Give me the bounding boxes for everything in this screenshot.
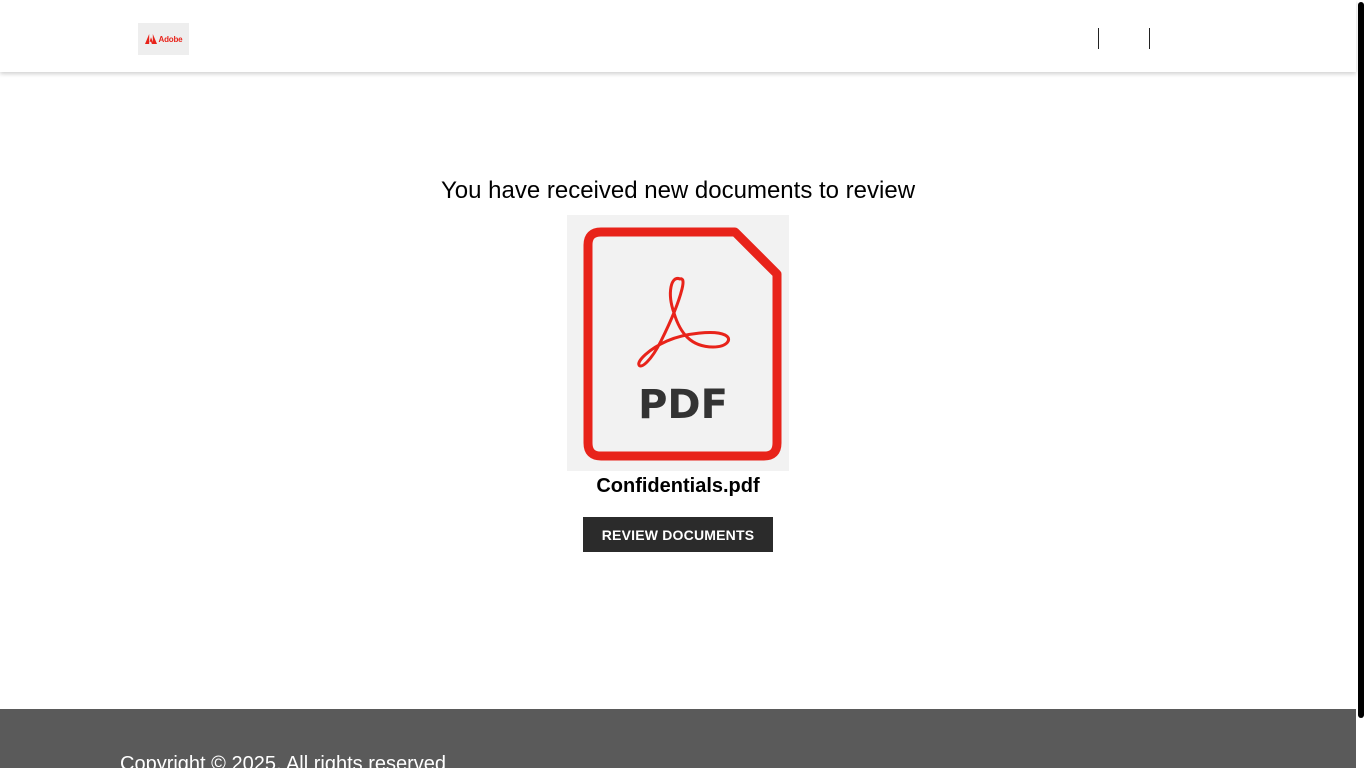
site-footer: Copyright © 2025. All rights reserved <box>0 709 1356 768</box>
logo-text: Adobe <box>158 34 183 44</box>
adobe-logo[interactable]: Adobe <box>138 23 189 55</box>
pdf-file-icon: PDF <box>583 227 782 461</box>
site-header: Adobe <box>0 0 1356 72</box>
nav-divider <box>1149 28 1150 49</box>
main-content: You have received new documents to revie… <box>0 72 1356 709</box>
document-preview[interactable]: PDF <box>567 215 789 471</box>
page: Adobe You have received new documents to… <box>0 0 1366 768</box>
review-documents-button[interactable]: REVIEW DOCUMENTS <box>583 517 773 552</box>
adobe-logo-icon <box>144 34 157 44</box>
scrollbar-thumb[interactable] <box>1358 2 1364 718</box>
nav-divider <box>1098 28 1099 49</box>
document-name: Confidentials.pdf <box>596 475 760 497</box>
pdf-icon-label: PDF <box>638 382 728 428</box>
copyright-text: Copyright © 2025. All rights reserved <box>120 753 447 768</box>
page-title: You have received new documents to revie… <box>440 177 916 204</box>
